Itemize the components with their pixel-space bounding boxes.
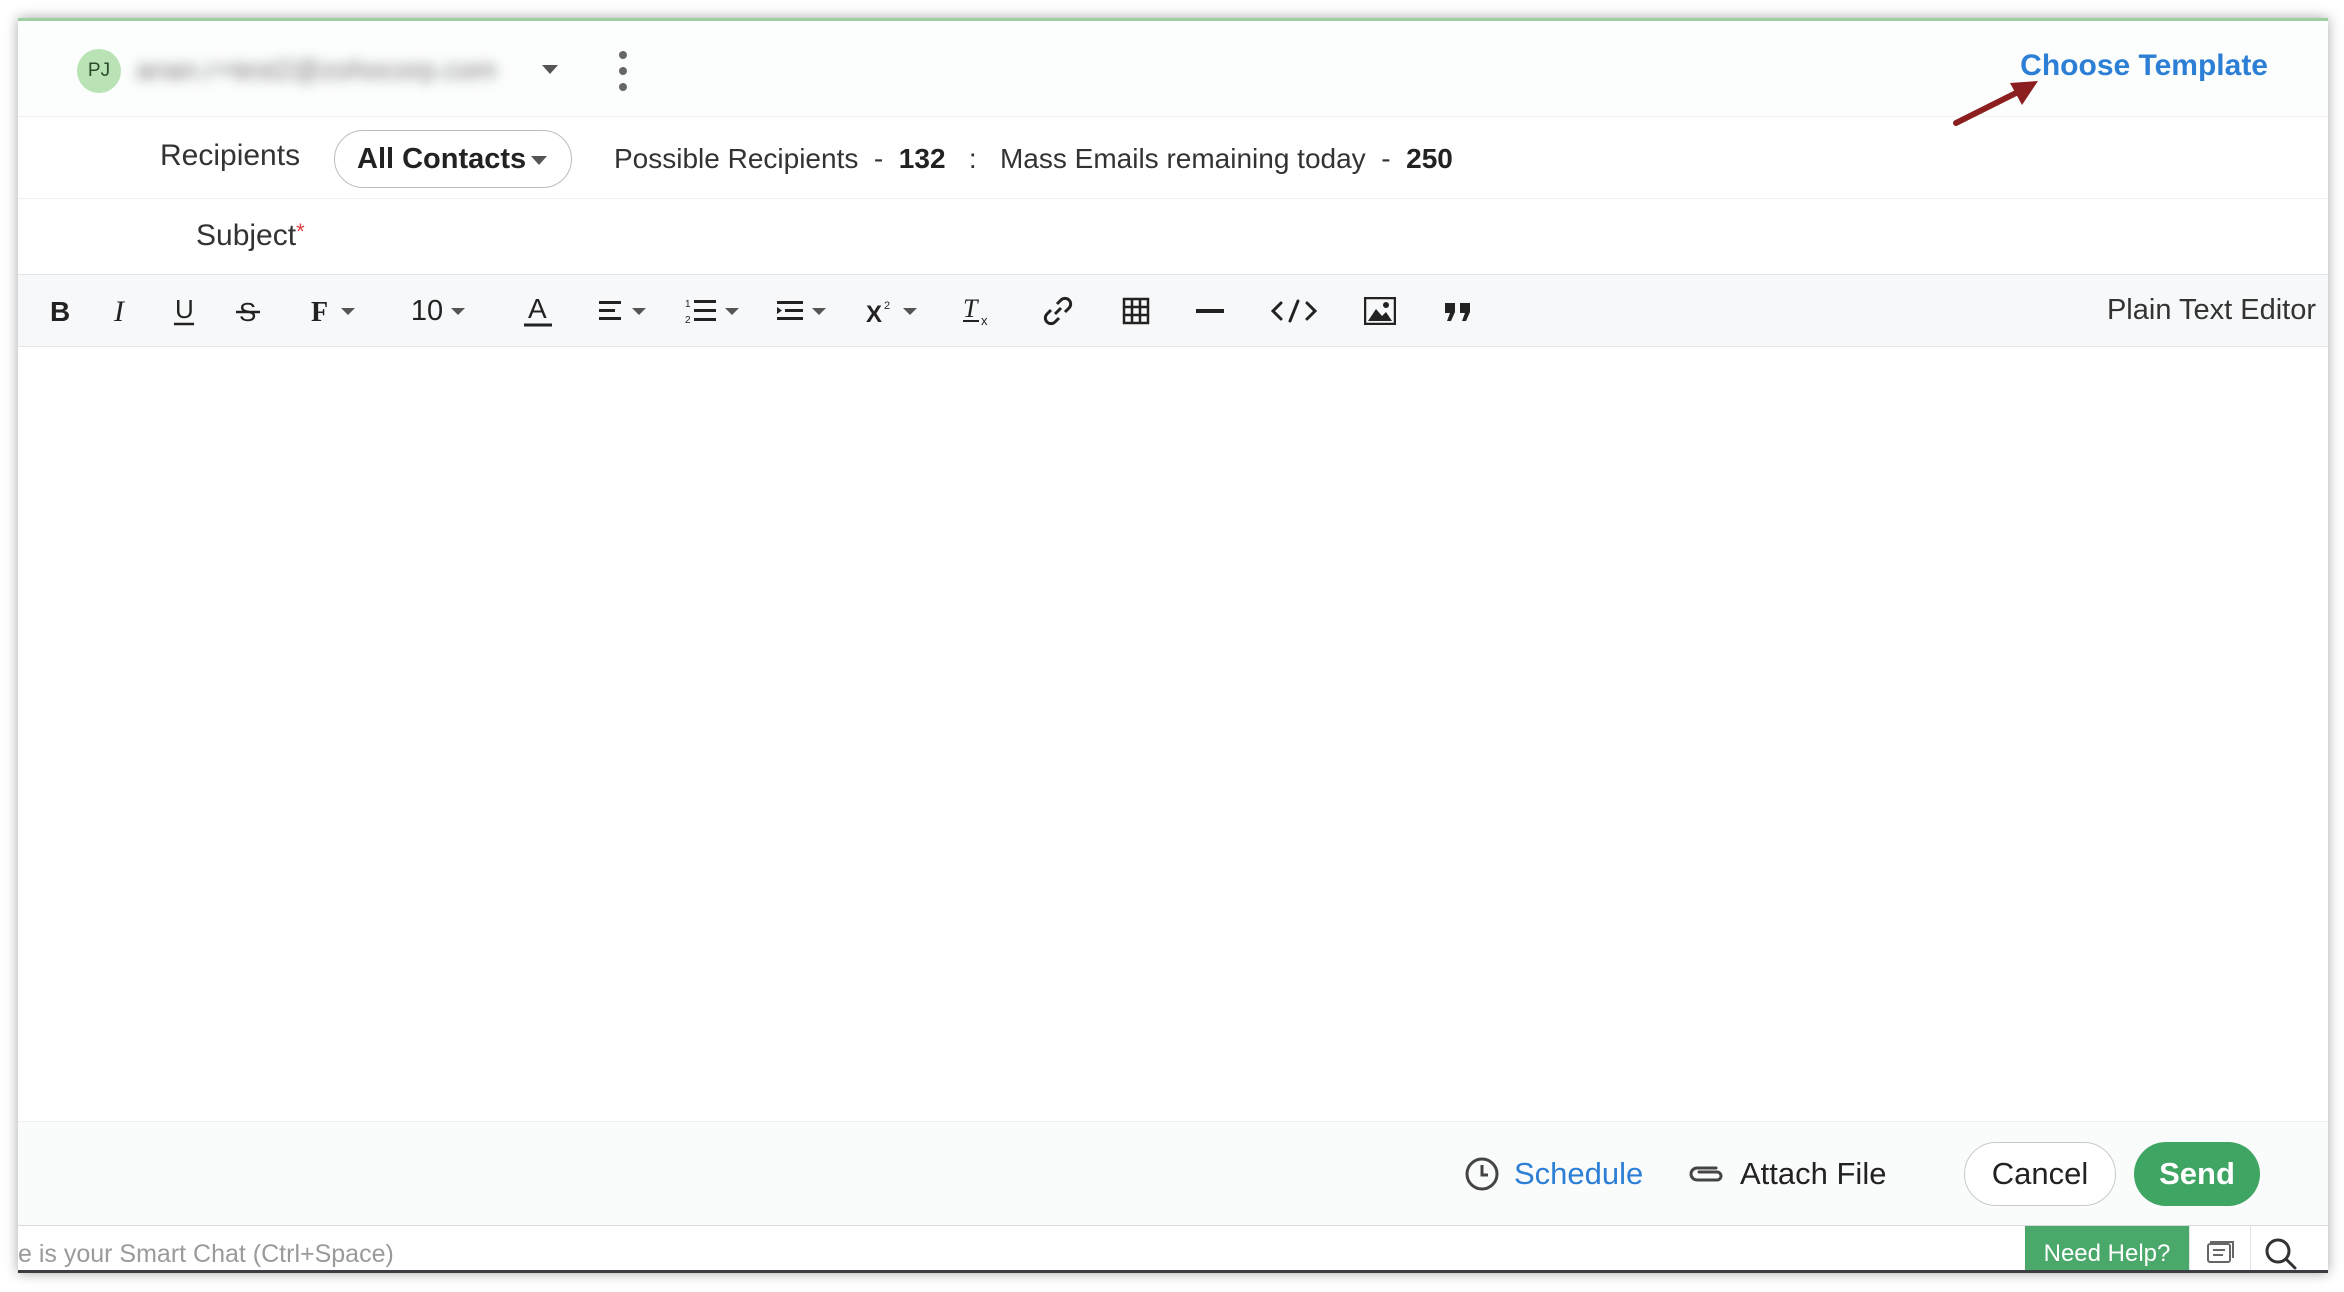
info-separator: :	[968, 143, 977, 174]
code-icon[interactable]	[1268, 287, 1320, 335]
svg-text:X: X	[866, 301, 882, 325]
possible-recipients-separator: -	[873, 143, 884, 174]
numbered-list-icon[interactable]: 12	[680, 287, 744, 335]
editor-toolbar: B I U S F 10 A 12 X2 T x Plain Text Edit…	[18, 275, 2328, 347]
font-size-value: 10	[410, 294, 444, 327]
smart-chat-bar: Need Help?	[18, 1225, 2328, 1273]
underline-icon[interactable]: U	[164, 287, 204, 335]
send-button[interactable]: Send	[2134, 1142, 2260, 1206]
svg-text:x: x	[981, 313, 988, 327]
subject-label-text: Subject	[196, 219, 297, 252]
chevron-down-icon	[531, 156, 547, 165]
recipients-select-value: All Contacts	[357, 142, 527, 175]
font-family-icon[interactable]: F	[296, 287, 368, 335]
horizontal-rule-icon[interactable]	[1188, 287, 1232, 335]
image-icon[interactable]	[1358, 287, 1402, 335]
email-body-editor[interactable]	[18, 347, 2328, 1121]
link-icon[interactable]	[1036, 287, 1080, 335]
avatar[interactable]: PJ	[77, 49, 121, 93]
search-icon[interactable]	[2250, 1226, 2310, 1273]
svg-text:U: U	[175, 296, 194, 324]
subject-input[interactable]	[348, 209, 2248, 265]
choose-template-link[interactable]: Choose Template	[2020, 49, 2268, 83]
subject-label: Subject*	[196, 219, 305, 253]
required-marker: *	[296, 219, 305, 244]
svg-text:2: 2	[685, 315, 691, 325]
possible-recipients-count: 132	[898, 143, 946, 174]
cancel-button[interactable]: Cancel	[1964, 1142, 2116, 1206]
window-bottom-border	[18, 1270, 2328, 1273]
from-email-address[interactable]: anan.r+test2@zohocorp.com	[136, 54, 526, 88]
attach-file-button[interactable]: Attach File	[1686, 1156, 1886, 1192]
italic-icon[interactable]: I	[102, 287, 142, 335]
svg-text:F: F	[311, 297, 328, 325]
svg-text:T: T	[963, 295, 979, 323]
bold-icon[interactable]: B	[40, 287, 80, 335]
recipients-info: Possible Recipients - 132 : Mass Emails …	[614, 143, 1453, 175]
mass-emails-label: Mass Emails remaining today	[999, 143, 1366, 174]
paperclip-icon	[1689, 1166, 1723, 1182]
mass-emails-count: 250	[1406, 143, 1453, 174]
svg-text:B: B	[50, 297, 70, 325]
need-help-button[interactable]: Need Help?	[2025, 1226, 2189, 1273]
font-size-select[interactable]: 10	[392, 287, 484, 335]
schedule-label: Schedule	[1514, 1156, 1644, 1191]
schedule-button[interactable]: Schedule	[1464, 1156, 1643, 1192]
compose-footer: Schedule Attach File Cancel Send	[18, 1121, 2328, 1225]
attach-file-label: Attach File	[1740, 1156, 1887, 1191]
recipients-label: Recipients	[160, 139, 301, 172]
plain-text-editor-toggle[interactable]: Plain Text Editor	[2107, 294, 2316, 327]
compose-header: PJ anan.r+test2@zohocorp.com Choose Temp…	[18, 21, 2328, 126]
email-compose-window: PJ anan.r+test2@zohocorp.com Choose Temp…	[18, 18, 2328, 1273]
svg-text:2: 2	[884, 300, 890, 312]
indent-icon[interactable]	[770, 287, 832, 335]
text-color-icon[interactable]: A	[518, 287, 558, 335]
svg-text:I: I	[113, 297, 126, 325]
blockquote-icon[interactable]	[1436, 287, 1480, 335]
table-icon[interactable]	[1114, 287, 1158, 335]
possible-recipients-label: Possible Recipients	[614, 143, 859, 174]
chevron-down-icon[interactable]	[542, 65, 558, 74]
clock-icon	[1465, 1157, 1499, 1191]
smart-chat-input[interactable]	[18, 1226, 2018, 1273]
superscript-icon[interactable]: X2	[858, 287, 924, 335]
recipients-row: Recipients All Contacts Possible Recipie…	[18, 117, 2328, 199]
svg-text:A: A	[528, 294, 547, 324]
mass-emails-separator: -	[1381, 143, 1391, 174]
chat-icon[interactable]	[2189, 1226, 2249, 1273]
clear-format-icon[interactable]: Tx	[958, 287, 998, 335]
subject-row: Subject*	[18, 199, 2328, 275]
recipients-select[interactable]: All Contacts	[334, 130, 572, 188]
strikethrough-icon[interactable]: S	[228, 287, 268, 335]
kebab-menu-icon[interactable]	[615, 51, 631, 91]
svg-text:1: 1	[685, 299, 691, 310]
align-icon[interactable]	[592, 287, 652, 335]
